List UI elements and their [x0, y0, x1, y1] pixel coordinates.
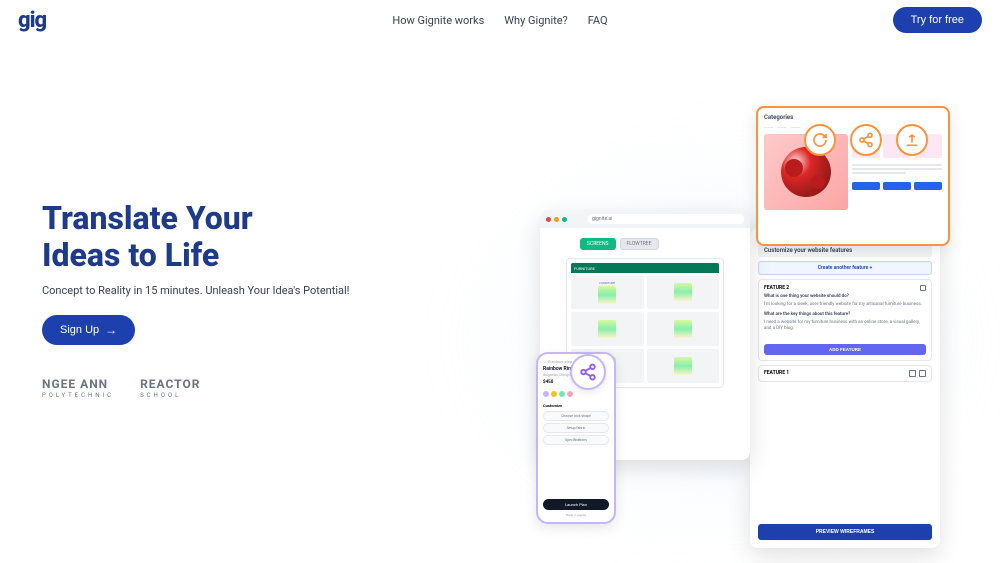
product-card [647, 312, 720, 346]
thumb-button [852, 182, 880, 190]
partner-reactor: REACTOR SCHOOL [140, 378, 200, 401]
product-card [571, 312, 644, 346]
tab-flowtree[interactable]: FLOWTREE [620, 238, 659, 250]
minimize-dot-icon [554, 217, 559, 222]
option-shape[interactable]: Choose look shape [543, 411, 609, 421]
swatch-icon[interactable] [567, 391, 573, 397]
browser-titlebar: gignite.ai [540, 210, 750, 228]
thumb-button [883, 182, 911, 190]
option-specs[interactable]: Specifications [543, 435, 609, 445]
nav-why-gignite[interactable]: Why Gignite? [504, 14, 567, 27]
share-icon[interactable] [850, 124, 882, 156]
signup-button[interactable]: Sign Up → [42, 315, 135, 345]
customize-label: Customize [543, 403, 609, 408]
logo[interactable]: gig [18, 8, 46, 33]
product-card [647, 349, 720, 383]
phone-footer: Made in gignite [543, 513, 609, 517]
hero-subtitle: Concept to Reality in 15 minutes. Unleas… [42, 284, 382, 297]
trash-icon[interactable] [920, 285, 926, 291]
header: gig How Gignite works Why Gignite? FAQ T… [0, 0, 1000, 40]
hero-title: Translate YourIdeas to Life [42, 200, 382, 274]
feature-a2: I need a website for my furniture busine… [764, 320, 926, 332]
url-bar: gignite.ai [588, 214, 744, 224]
feature-panel: gig WIREFRAME Customize your website fea… [750, 228, 940, 548]
feature-q2: What are the key things about this featu… [764, 312, 926, 317]
feature-1-row[interactable]: FEATURE 1 [758, 365, 932, 382]
edit-icon[interactable] [919, 370, 926, 377]
maximize-dot-icon [562, 217, 567, 222]
swatch-icon[interactable] [543, 391, 549, 397]
mini-banner: FURNITURE [571, 263, 719, 273]
launch-plan-button[interactable]: Launch Plan [543, 499, 609, 510]
swatch-icon[interactable] [551, 391, 557, 397]
partner-logos: NGEE ANN POLYTECHNIC REACTOR SCHOOL [42, 378, 200, 401]
product-card [647, 275, 720, 309]
feature-q1: What is one thing your website should do… [764, 294, 926, 299]
share-bubble-icon[interactable] [570, 354, 606, 390]
nav-how-it-works[interactable]: How Gignite works [392, 14, 484, 27]
nav: How Gignite works Why Gignite? FAQ [392, 14, 607, 27]
create-feature-button[interactable]: Create another feature + [758, 261, 932, 275]
swatch-icon[interactable] [559, 391, 565, 397]
tab-screens[interactable]: SCREENS [580, 238, 616, 250]
try-free-button[interactable]: Try for free [893, 7, 982, 33]
feature-2-label: FEATURE 2 [764, 285, 789, 291]
arrow-right-icon: → [105, 323, 117, 337]
color-swatches [543, 391, 609, 397]
hero-illustration: gig WIREFRAME Customize your website fea… [500, 100, 980, 540]
partner-ngee-ann: NGEE ANN POLYTECHNIC [42, 378, 114, 401]
close-dot-icon [546, 217, 551, 222]
feature-2-block: FEATURE 2 What is one thing your website… [758, 279, 932, 361]
hero: Translate YourIdeas to Life Concept to R… [42, 200, 382, 345]
action-icons [804, 124, 928, 156]
upload-icon[interactable] [896, 124, 928, 156]
feature-a1: I'm looking for a sleek, user-friendly w… [764, 302, 926, 308]
preview-wireframes-button[interactable]: PREVIEW WIREFRAMES [758, 524, 932, 540]
editor-tabs: SCREENS FLOWTREE [580, 238, 744, 250]
option-fabric[interactable]: Setup fabric [543, 423, 609, 433]
thumb-button [914, 182, 942, 190]
refresh-icon[interactable] [804, 124, 836, 156]
product-card: FURNITURE [571, 275, 644, 309]
nav-faq[interactable]: FAQ [588, 14, 608, 27]
product-price: $450 [543, 380, 553, 385]
add-feature-button[interactable]: ADD FEATURE [764, 344, 926, 355]
copy-icon[interactable] [909, 370, 916, 377]
categories-title: Categories [764, 114, 942, 121]
